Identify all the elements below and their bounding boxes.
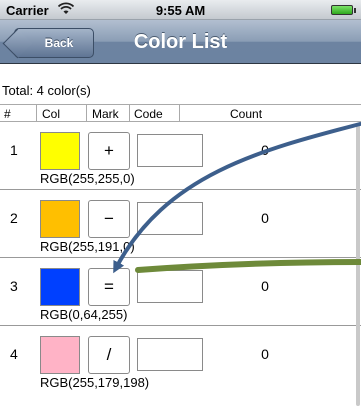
mark-button[interactable]: / [88, 336, 130, 374]
column-header-code: Code [134, 107, 163, 121]
column-divider [129, 105, 130, 122]
row-number: 1 [10, 142, 18, 158]
status-bar: Carrier 9:55 AM [0, 0, 361, 20]
count-value: 0 [261, 346, 269, 362]
color-swatch[interactable] [40, 132, 80, 170]
count-value: 0 [261, 210, 269, 226]
rgb-value: RGB(255,179,198) [40, 375, 150, 390]
total-count: Total: 4 color(s) [2, 83, 91, 98]
count-value: 0 [261, 142, 269, 158]
mark-button[interactable]: + [88, 132, 130, 170]
rgb-value: RGB(255,255,0) [40, 171, 135, 186]
column-header-color: Col [42, 107, 61, 121]
color-swatch[interactable] [40, 200, 80, 238]
table-header: # Col Mark Code Count [0, 104, 361, 122]
code-field[interactable] [137, 134, 203, 167]
column-divider [86, 105, 87, 122]
color-swatch[interactable] [40, 336, 80, 374]
rgb-value: RGB(0,64,255) [40, 307, 128, 322]
column-divider [179, 105, 180, 122]
battery-icon [331, 5, 356, 15]
column-header-count: Count [230, 107, 263, 121]
mark-button[interactable]: − [88, 200, 130, 238]
color-swatch[interactable] [40, 268, 80, 306]
table-row: 2 − 0 RGB(255,191,0) [0, 191, 361, 258]
row-number: 4 [10, 346, 18, 362]
column-divider [36, 105, 37, 122]
page-title: Color List [133, 31, 228, 53]
table-row: 1 + 0 RGB(255,255,0) [0, 123, 361, 190]
row-number: 3 [10, 278, 18, 294]
clock: 9:55 AM [155, 3, 206, 18]
row-number: 2 [10, 210, 18, 226]
scrollbar[interactable] [355, 123, 361, 406]
code-field[interactable] [137, 338, 203, 371]
column-header-mark: Mark [92, 107, 119, 121]
table-row: 3 = 0 RGB(0,64,255) [0, 259, 361, 326]
count-value: 0 [261, 278, 269, 294]
column-header-number: # [4, 107, 11, 121]
mark-button[interactable]: = [88, 268, 130, 306]
code-field[interactable] [137, 270, 203, 303]
code-field[interactable] [137, 202, 203, 235]
table-row: 4 / 0 RGB(255,179,198) [0, 327, 361, 394]
rgb-value: RGB(255,191,0) [40, 239, 135, 254]
navigation-bar: Back Color List [0, 20, 361, 64]
